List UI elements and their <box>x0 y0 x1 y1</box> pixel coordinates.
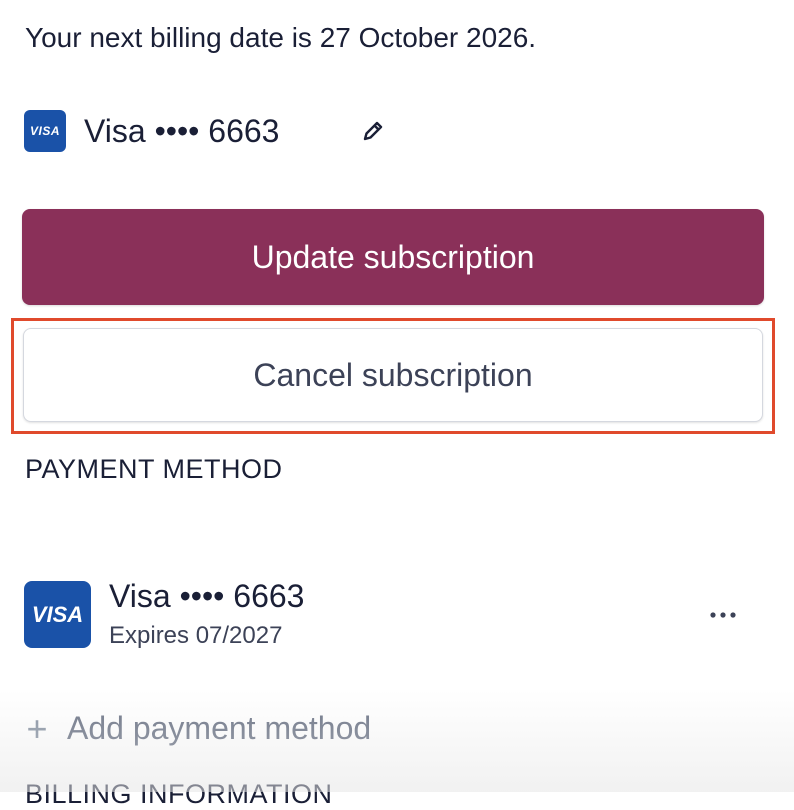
payment-card-expiry: Expires 07/2027 <box>109 622 283 649</box>
payment-card-label: Visa •••• 6663 <box>109 578 305 614</box>
visa-card-icon: VISA <box>24 581 91 648</box>
next-billing-date-text: Your next billing date is 27 October 202… <box>25 22 537 53</box>
payment-method-heading: PAYMENT METHOD <box>25 454 283 484</box>
more-horizontal-icon[interactable] <box>706 598 740 632</box>
current-card-label: Visa •••• 6663 <box>84 112 280 149</box>
update-subscription-button[interactable]: Update subscription <box>22 209 764 305</box>
cancel-subscription-button[interactable]: Cancel subscription <box>23 328 763 422</box>
pencil-icon[interactable] <box>360 118 386 144</box>
add-payment-method-button[interactable]: + Add payment method <box>24 710 371 747</box>
visa-card-icon: VISA <box>24 110 66 152</box>
add-payment-method-label: Add payment method <box>67 710 372 746</box>
billing-information-heading: BILLING INFORMATION <box>25 779 333 809</box>
current-payment-card: VISA Visa •••• 6663 <box>24 110 279 152</box>
plus-icon: + <box>26 707 48 749</box>
